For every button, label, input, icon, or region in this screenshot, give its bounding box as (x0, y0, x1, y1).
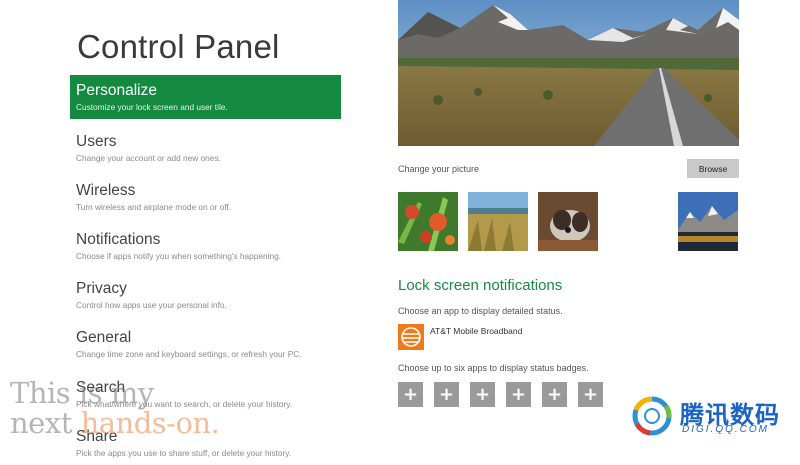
menu-item-title: Personalize (76, 82, 157, 99)
menu-item-title: Wireless (76, 182, 136, 199)
menu-item-description: Change your account or add new ones. (76, 153, 221, 163)
menu-item-description: Choose if apps notify you when something… (76, 251, 281, 261)
site-logo: 腾讯数码 DIGI.QQ.COM (628, 394, 796, 440)
picture-thumbnail-grassland[interactable] (468, 192, 528, 251)
menu-item-personalize[interactable]: Personalize Customize your lock screen a… (70, 75, 341, 119)
picture-thumbnail-flowers[interactable] (398, 192, 458, 251)
menu-item-title: Users (76, 133, 117, 150)
badge-slot-1-add-button[interactable]: + (398, 382, 423, 407)
menu-item-privacy[interactable]: Privacy Control how apps use your person… (70, 273, 341, 317)
menu-item-wireless[interactable]: Wireless Turn wireless and airplane mode… (70, 175, 341, 219)
lock-screen-preview-image (398, 0, 739, 146)
badge-slot-6-add-button[interactable]: + (578, 382, 603, 407)
watermark-line-1: This is my (10, 376, 154, 410)
menu-item-title: Privacy (76, 280, 127, 297)
page-title: Control Panel (77, 28, 280, 65)
menu-item-general[interactable]: General Change time zone and keyboard se… (70, 322, 341, 366)
menu-item-users[interactable]: Users Change your account or add new one… (70, 126, 341, 170)
badge-slot-3-add-button[interactable]: + (470, 382, 495, 407)
menu-item-description: Change time zone and keyboard settings, … (76, 349, 302, 359)
logo-english-text: DIGI.QQ.COM (682, 424, 769, 435)
menu-item-description: Pick the apps you use to share stuff, or… (76, 448, 292, 458)
badge-slot-5-add-button[interactable]: + (542, 382, 567, 407)
change-picture-label: Change your picture (398, 164, 480, 174)
att-globe-icon (398, 324, 424, 350)
picture-thumbnail-dog[interactable] (538, 192, 598, 251)
badge-slot-2-add-button[interactable]: + (434, 382, 459, 407)
menu-item-description: Turn wireless and airplane mode on or of… (76, 202, 231, 212)
detailed-status-label: Choose an app to display detailed status… (398, 306, 563, 316)
status-badges-label: Choose up to six apps to display status … (398, 363, 589, 373)
menu-item-description: Control how apps use your personal info. (76, 300, 227, 310)
watermark-line-2a: next (10, 406, 81, 440)
lock-screen-notifications-title: Lock screen notifications (398, 277, 563, 294)
browse-button[interactable]: Browse (687, 159, 739, 178)
menu-item-title: General (76, 329, 132, 346)
menu-item-title: Notifications (76, 231, 161, 248)
detailed-status-app-name: AT&T Mobile Broadband (430, 326, 523, 336)
qq-ring-icon (632, 396, 672, 436)
badge-slot-4-add-button[interactable]: + (506, 382, 531, 407)
picture-thumbnail-mountains[interactable] (678, 192, 738, 251)
watermark-line-2b: hands-on. (80, 406, 220, 440)
watermark-text: This is my next hands-on. (10, 376, 220, 440)
personalize-panel: Change your picture Browse Lock screen n… (398, 0, 800, 450)
menu-item-notifications[interactable]: Notifications Choose if apps notify you … (70, 224, 341, 268)
menu-item-description: Customize your lock screen and user tile… (76, 102, 228, 112)
